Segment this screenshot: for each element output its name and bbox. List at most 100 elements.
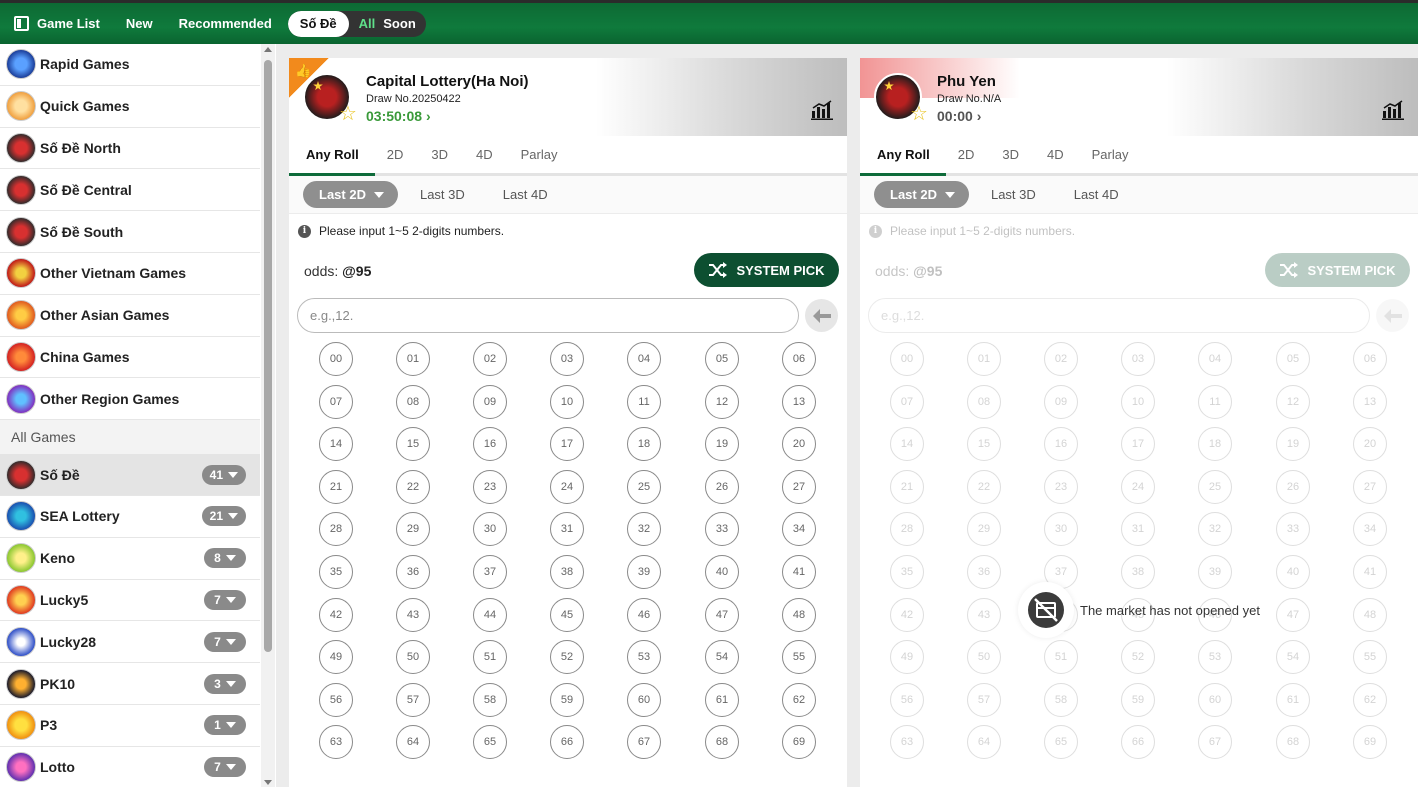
number-ball[interactable]: 18 (627, 427, 661, 462)
number-ball[interactable]: 66 (550, 725, 584, 760)
scroll-down-icon[interactable] (264, 780, 272, 785)
scroll-up-icon[interactable] (264, 47, 272, 52)
number-ball[interactable]: 68 (705, 725, 739, 760)
number-ball[interactable]: 09 (473, 384, 507, 419)
number-ball[interactable]: 56 (319, 682, 353, 717)
sidebar-item-other-vietnam[interactable]: Other Vietnam Games (0, 253, 260, 295)
number-ball[interactable]: 54 (705, 640, 739, 675)
number-ball[interactable]: 26 (705, 469, 739, 504)
number-ball[interactable]: 08 (396, 384, 430, 419)
number-ball[interactable]: 44 (473, 597, 507, 632)
number-ball[interactable]: 41 (782, 555, 816, 589)
number-ball[interactable]: 22 (396, 469, 430, 504)
tab-4d[interactable]: 4D (1036, 136, 1075, 173)
number-ball[interactable]: 53 (627, 640, 661, 675)
chip-so-de[interactable]: Số Đề (287, 10, 349, 37)
number-ball[interactable]: 61 (705, 682, 739, 717)
number-ball[interactable]: 43 (396, 597, 430, 632)
sidebar-game-lucky5[interactable]: Lucky5 7 (0, 580, 260, 622)
tab-2d[interactable]: 2D (376, 136, 415, 173)
system-pick-button[interactable]: SYSTEM PICK (694, 253, 839, 287)
number-ball[interactable]: 69 (782, 725, 816, 760)
subtab-last-4d[interactable]: Last 4D (1074, 187, 1119, 202)
game-count-badge[interactable]: 1 (204, 715, 246, 736)
number-ball[interactable]: 46 (627, 597, 661, 632)
number-ball[interactable]: 45 (550, 597, 584, 632)
sidebar-game-p3[interactable]: P3 1 (0, 705, 260, 747)
number-ball[interactable]: 63 (319, 725, 353, 760)
number-ball[interactable]: 12 (705, 384, 739, 419)
number-ball[interactable]: 32 (627, 512, 661, 547)
game-count-badge[interactable]: 8 (204, 548, 246, 569)
number-ball[interactable]: 39 (627, 555, 661, 589)
sidebar-item-so-de-north[interactable]: Số Đề North (0, 128, 260, 170)
subtab-last-4d[interactable]: Last 4D (503, 187, 548, 202)
number-ball[interactable]: 42 (319, 597, 353, 632)
stats-chart-icon[interactable] (1382, 100, 1404, 120)
number-ball[interactable]: 60 (627, 682, 661, 717)
favorite-star-icon[interactable]: ☆ (910, 104, 928, 124)
sidebar-item-other-region[interactable]: Other Region Games (0, 378, 260, 421)
number-ball[interactable]: 38 (550, 555, 584, 589)
scrollbar-thumb[interactable] (264, 60, 272, 652)
number-ball[interactable]: 16 (473, 427, 507, 462)
number-ball[interactable]: 00 (319, 342, 353, 376)
number-ball[interactable]: 34 (782, 512, 816, 547)
number-ball[interactable]: 01 (396, 342, 430, 376)
number-ball[interactable]: 51 (473, 640, 507, 675)
number-ball[interactable]: 21 (319, 469, 353, 504)
game-list-button[interactable]: Game List (14, 16, 100, 31)
sidebar-game-so-de[interactable]: Số Đề 41 (0, 454, 260, 496)
sidebar-scrollbar[interactable] (261, 44, 275, 787)
number-ball[interactable]: 27 (782, 469, 816, 504)
tab-3d[interactable]: 3D (420, 136, 459, 173)
sidebar-game-lucky28[interactable]: Lucky28 7 (0, 621, 260, 664)
favorite-star-icon[interactable]: ☆ (339, 104, 357, 124)
sidebar-item-rapid-games[interactable]: Rapid Games (0, 44, 260, 86)
number-ball[interactable]: 48 (782, 597, 816, 632)
number-ball[interactable]: 24 (550, 469, 584, 504)
number-ball[interactable]: 50 (396, 640, 430, 675)
number-ball[interactable]: 65 (473, 725, 507, 760)
sidebar-item-other-asian[interactable]: Other Asian Games (0, 295, 260, 337)
submit-arrow-button[interactable] (805, 299, 838, 332)
sidebar-game-lotto[interactable]: Lotto 7 (0, 747, 260, 787)
number-ball[interactable]: 10 (550, 384, 584, 419)
number-ball[interactable]: 29 (396, 512, 430, 547)
number-ball[interactable]: 37 (473, 555, 507, 589)
game-count-badge[interactable]: 3 (204, 673, 246, 694)
game-count-badge[interactable]: 7 (204, 631, 246, 652)
tab-2d[interactable]: 2D (947, 136, 986, 173)
tab-3d[interactable]: 3D (991, 136, 1030, 173)
number-ball[interactable]: 17 (550, 427, 584, 462)
number-ball[interactable]: 23 (473, 469, 507, 504)
number-ball[interactable]: 31 (550, 512, 584, 547)
subtab-last-3d[interactable]: Last 3D (420, 187, 465, 202)
number-ball[interactable]: 25 (627, 469, 661, 504)
sidebar-game-sea-lottery[interactable]: SEA Lottery 21 (0, 496, 260, 538)
sidebar-item-so-de-south[interactable]: Số Đề South (0, 211, 260, 253)
number-input[interactable] (297, 298, 799, 333)
number-ball[interactable]: 52 (550, 640, 584, 675)
number-ball[interactable]: 59 (550, 682, 584, 717)
number-ball[interactable]: 04 (627, 342, 661, 376)
tab-any-roll[interactable]: Any Roll (866, 136, 941, 173)
number-ball[interactable]: 55 (782, 640, 816, 675)
number-ball[interactable]: 64 (396, 725, 430, 760)
chip-all[interactable]: All (349, 11, 382, 37)
tab-parlay[interactable]: Parlay (510, 136, 569, 173)
number-ball[interactable]: 06 (782, 342, 816, 376)
tab-parlay[interactable]: Parlay (1081, 136, 1140, 173)
number-ball[interactable]: 40 (705, 555, 739, 589)
number-ball[interactable]: 15 (396, 427, 430, 462)
subtab-last-2d[interactable]: Last 2D (874, 181, 969, 208)
sidebar-game-pk10[interactable]: PK10 3 (0, 663, 260, 705)
countdown-timer[interactable]: 03:50:08 › (366, 108, 431, 124)
sidebar-game-keno[interactable]: Keno 8 (0, 538, 260, 580)
subtab-last-2d[interactable]: Last 2D (303, 181, 398, 208)
game-count-badge[interactable]: 7 (204, 757, 246, 778)
subtab-last-3d[interactable]: Last 3D (991, 187, 1036, 202)
sidebar-item-quick-games[interactable]: Quick Games (0, 86, 260, 128)
game-count-badge[interactable]: 41 (201, 464, 246, 485)
number-ball[interactable]: 58 (473, 682, 507, 717)
